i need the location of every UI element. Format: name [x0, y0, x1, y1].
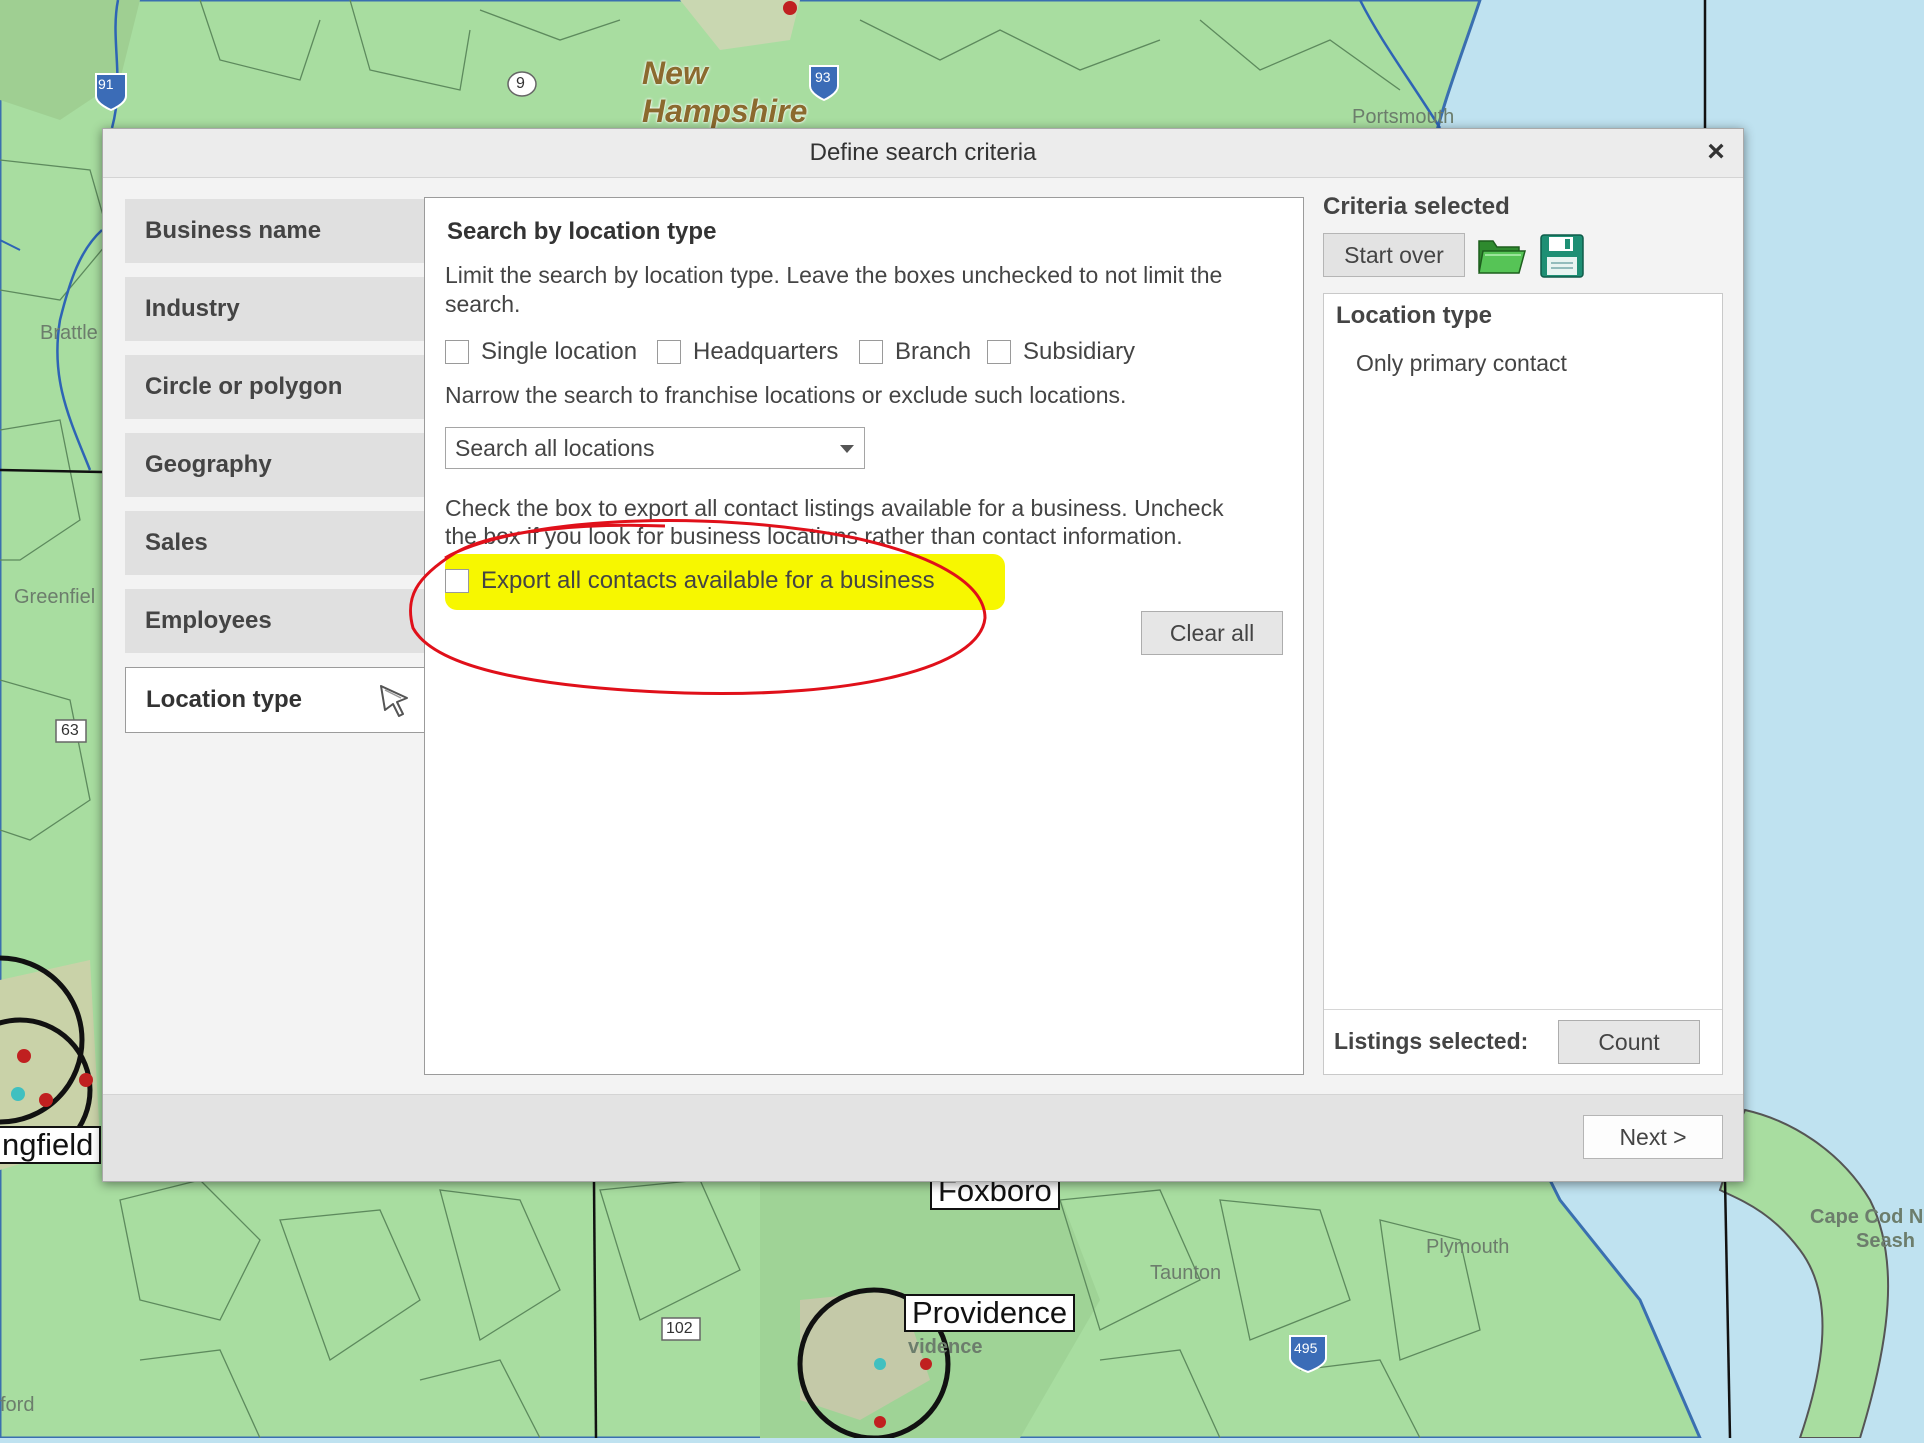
- save-disk-icon[interactable]: [1539, 233, 1585, 279]
- state-label-hampshire: Hampshire: [642, 93, 808, 129]
- checkbox-subsidiary[interactable]: [987, 340, 1011, 364]
- limit-instructions-line2: search.: [445, 291, 521, 317]
- limit-instructions-line1: Limit the search by location type. Leave…: [445, 262, 1223, 288]
- nav-item-employees[interactable]: Employees: [125, 589, 424, 653]
- count-button[interactable]: Count: [1558, 1020, 1700, 1064]
- checkbox-label-subsidiary[interactable]: Subsidiary: [1023, 338, 1135, 366]
- next-button[interactable]: Next >: [1583, 1115, 1723, 1159]
- dialog-title: Define search criteria: [809, 139, 1037, 166]
- criteria-selected-panel: Location type Only primary contact Listi…: [1323, 293, 1723, 1075]
- city-label-springfield[interactable]: ngfield: [0, 1126, 102, 1164]
- checkbox-label-branch[interactable]: Branch: [895, 338, 971, 366]
- criteria-selected-heading: Criteria selected: [1323, 193, 1510, 220]
- town-label-taunton: Taunton: [1150, 1262, 1222, 1284]
- panel-heading: Search by location type: [447, 218, 717, 245]
- franchise-select[interactable]: Search all locations: [445, 427, 865, 469]
- dialog-titlebar[interactable]: Define search criteria ×: [103, 129, 1743, 178]
- nav-item-label: Circle or polygon: [145, 373, 343, 400]
- state-label-new: New: [642, 55, 708, 91]
- nav-item-label: Business name: [145, 217, 322, 244]
- criteria-item-title: Location type: [1336, 302, 1493, 329]
- town-label-hartford: ford: [0, 1394, 35, 1416]
- town-label-providence-small: vidence: [908, 1336, 983, 1358]
- checkbox-export-all-contacts[interactable]: [445, 569, 469, 593]
- clear-all-button[interactable]: Clear all: [1141, 611, 1283, 655]
- franchise-instructions: Narrow the search to franchise locations…: [445, 382, 1127, 408]
- chevron-down-icon: [840, 445, 854, 453]
- town-label-brattle: Brattle: [40, 322, 98, 344]
- close-icon[interactable]: ×: [1699, 135, 1733, 169]
- start-over-button[interactable]: Start over: [1323, 233, 1465, 277]
- route-shield-9: 9: [516, 75, 525, 92]
- nav-item-label: Industry: [145, 295, 240, 322]
- nav-item-label: Employees: [145, 607, 272, 634]
- route-shield-91: 91: [98, 76, 114, 92]
- filter-funnel-icon: [380, 685, 408, 717]
- export-instructions-line1: Check the box to export all contact list…: [445, 495, 1224, 521]
- checkbox-label-export-all-contacts[interactable]: Export all contacts available for a busi…: [481, 567, 935, 595]
- nav-item-circle-or-polygon[interactable]: Circle or polygon: [125, 355, 424, 419]
- franchise-select-value: Search all locations: [455, 435, 655, 461]
- nav-item-label: Location type: [146, 686, 303, 713]
- town-label-seash: Seash: [1856, 1230, 1915, 1252]
- checkbox-label-single-location[interactable]: Single location: [481, 338, 637, 366]
- town-label-portsmouth: Portsmouth: [1352, 106, 1455, 128]
- export-instructions-line2: the box if you look for business locatio…: [445, 523, 1183, 549]
- define-search-criteria-dialog: Define search criteria × Business name I…: [102, 128, 1744, 1182]
- dialog-footer: Next >: [103, 1094, 1743, 1181]
- checkbox-branch[interactable]: [859, 340, 883, 364]
- route-shield-93: 93: [815, 69, 831, 85]
- town-label-plymouth: Plymouth: [1426, 1236, 1510, 1258]
- nav-item-label: Sales: [145, 529, 208, 556]
- town-label-cape-cod: Cape Cod N: [1810, 1206, 1924, 1228]
- listings-bar: Listings selected: Count: [1324, 1009, 1722, 1074]
- checkbox-headquarters[interactable]: [657, 340, 681, 364]
- nav-item-geography[interactable]: Geography: [125, 433, 424, 497]
- criteria-item-value: Only primary contact: [1356, 350, 1567, 376]
- city-label-providence[interactable]: Providence: [904, 1294, 1076, 1332]
- checkbox-label-headquarters[interactable]: Headquarters: [693, 338, 838, 366]
- route-shield-102: 102: [666, 1320, 693, 1337]
- nav-item-business-name[interactable]: Business name: [125, 199, 424, 263]
- route-shield-63: 63: [61, 722, 79, 739]
- location-type-panel: Search by location type Limit the search…: [408, 197, 1304, 1075]
- nav-item-label: Geography: [145, 451, 272, 478]
- nav-item-sales[interactable]: Sales: [125, 511, 424, 575]
- town-label-greenfield: Greenfiel: [14, 586, 96, 608]
- nav-item-industry[interactable]: Industry: [125, 277, 424, 341]
- listings-selected-label: Listings selected:: [1334, 1028, 1529, 1054]
- route-shield-495: 495: [1294, 1340, 1318, 1356]
- nav-item-location-type[interactable]: Location type: [125, 667, 425, 733]
- open-folder-icon[interactable]: [1475, 231, 1529, 279]
- checkbox-single-location[interactable]: [445, 340, 469, 364]
